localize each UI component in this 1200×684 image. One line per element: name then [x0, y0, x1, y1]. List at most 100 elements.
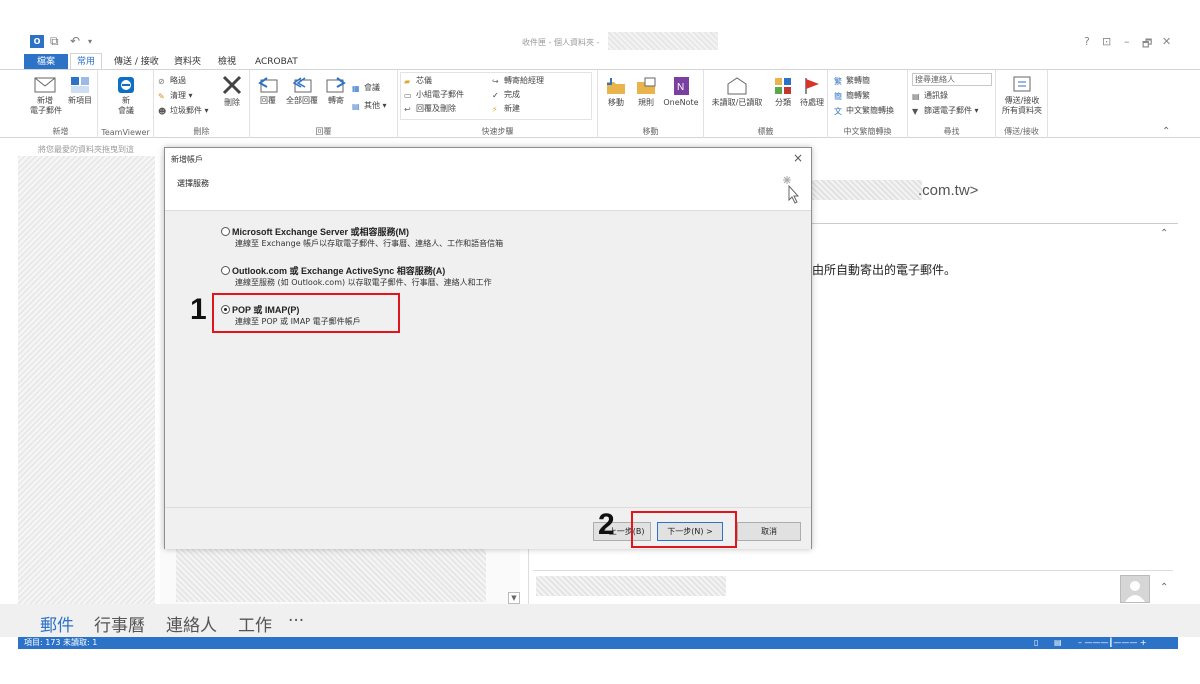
title-bar: O ⧉ ↶ ▾ 收件匣 - 個人資料夾 - ? ⊡ – 🗗 ✕	[0, 30, 1200, 52]
quickstep-2-label: 回覆及刪除	[416, 104, 456, 113]
quickstep-1[interactable]: ▭ 小組電子郵件	[404, 89, 464, 100]
option-outlook-com[interactable]: Outlook.com 或 Exchange ActiveSync 相容服務(A…	[221, 264, 492, 287]
checkmark-icon: ✓	[492, 91, 499, 100]
delete-button[interactable]: 刪除	[218, 74, 246, 108]
search-people-input[interactable]: 搜尋連絡人	[912, 73, 992, 86]
ribbon-tabs: 檔案 常用 傳送 / 接收 資料夾 檢視 ACROBAT	[0, 52, 1200, 70]
junk-label: 垃圾郵件	[170, 106, 202, 115]
nav-more[interactable]: ···	[288, 611, 304, 631]
send-receive-all-button[interactable]: 傳送/接收 所有資料夾	[998, 74, 1046, 116]
group-tags: 未讀取/已讀取 分類 待處理 標籤	[704, 70, 828, 138]
rules-button[interactable]: 規則	[632, 76, 660, 108]
nav-mail[interactable]: 郵件	[40, 611, 74, 636]
tab-file[interactable]: 檔案	[24, 54, 68, 70]
avatar[interactable]	[1120, 575, 1150, 603]
close-window-icon[interactable]: ✕	[1162, 35, 1171, 48]
group-send-receive: 傳送/接收 所有資料夾 傳送/接收	[996, 70, 1048, 138]
redacted-email	[812, 180, 922, 200]
group-respond-label: 回覆	[315, 127, 332, 136]
send-receive-all-label: 傳送/接收 所有資料夾	[1002, 96, 1042, 115]
option-exchange[interactable]: Microsoft Exchange Server 或相容服務(M) 連線至 E…	[221, 225, 503, 248]
filter-email-button[interactable]: ▼ 篩選電子郵件 ▾	[912, 105, 979, 116]
group-move: 移動 規則 N OneNote 移動	[598, 70, 704, 138]
collapse-header-icon[interactable]: ⌃	[1160, 228, 1168, 239]
reply-button[interactable]: 回覆	[256, 76, 280, 106]
onenote-button[interactable]: N OneNote	[660, 76, 702, 108]
ribbon-display-icon[interactable]: ⊡	[1102, 35, 1111, 48]
address-book-button[interactable]: ▤ 通訊錄	[912, 90, 948, 101]
move-button[interactable]: 移動	[602, 76, 630, 108]
tab-acrobat[interactable]: ACROBAT	[255, 54, 298, 70]
reading-view-icon[interactable]: ▤	[1054, 637, 1062, 649]
tab-home[interactable]: 常用	[70, 53, 102, 70]
status-text: 項目: 173 未讀取: 1	[24, 638, 98, 647]
reply-all-button[interactable]: 全部回覆	[284, 76, 320, 106]
tab-send-receive[interactable]: 傳送 / 接收	[114, 54, 159, 70]
filter-email-label: 篩選電子郵件	[924, 106, 972, 115]
expand-people-icon[interactable]: ⌃	[1160, 582, 1168, 593]
meeting-icon: ▦	[352, 84, 360, 93]
quickstep-3[interactable]: ↪ 轉寄給經理	[492, 75, 544, 86]
nav-calendar[interactable]: 行事曆	[94, 611, 145, 636]
categorize-label: 分類	[775, 98, 791, 107]
sparkle-cursor-icon	[783, 176, 800, 204]
people-pane-divider	[533, 570, 1173, 571]
forward-button[interactable]: 轉寄	[324, 76, 348, 106]
quickstep-1-label: 小組電子郵件	[416, 90, 464, 99]
cleanup-button[interactable]: ✎ 清理 ▾	[158, 90, 193, 101]
group-new: 新增 電子郵件 新項目 新增	[24, 70, 98, 138]
reply-icon	[258, 77, 278, 93]
followup-button[interactable]: 待處理	[798, 76, 826, 108]
to-simp-label: 簡轉繁	[846, 91, 870, 100]
cleanup-icon: ✎	[158, 92, 165, 101]
new-email-label: 新增 電子郵件	[30, 96, 62, 115]
send-receive-icon[interactable]: ⧉	[50, 34, 59, 49]
nav-tasks[interactable]: 工作	[238, 611, 272, 636]
convert-button[interactable]: 文中文繁簡轉換	[834, 105, 894, 116]
new-items-button[interactable]: 新項目	[64, 76, 96, 106]
scroll-down-icon[interactable]: ▼	[508, 592, 520, 604]
step-2-marker: 2	[598, 508, 615, 541]
quickstep-4[interactable]: ✓ 完成	[492, 89, 520, 100]
ignore-button[interactable]: ⊘ 略過	[158, 75, 186, 86]
cancel-button[interactable]: 取消	[737, 522, 801, 541]
nav-people[interactable]: 連絡人	[166, 611, 217, 636]
to-trad-button[interactable]: 繁繁轉簡	[834, 75, 870, 86]
option-exchange-label: Microsoft Exchange Server 或相容服務(M)	[232, 227, 410, 237]
quickstep-5[interactable]: ⚡ 新建	[492, 103, 520, 114]
new-email-button[interactable]: 新增 電子郵件	[30, 76, 62, 116]
undo-icon[interactable]: ↶	[70, 34, 80, 48]
zoom-slider[interactable]: – ———┃——— +	[1078, 637, 1147, 649]
convert-label: 中文繁簡轉換	[846, 106, 894, 115]
group-new-label: 新增	[52, 127, 69, 136]
meeting-reply-button[interactable]: ▦ 會議	[352, 82, 380, 93]
lightning-icon: ⚡	[492, 105, 498, 114]
folder-icon: ▰	[404, 77, 411, 86]
categorize-button[interactable]: 分類	[770, 76, 796, 108]
group-delete: ⊘ 略過 ✎ 清理 ▾ ☻ 垃圾郵件 ▾ 刪除 刪除	[154, 70, 250, 138]
customize-quick-access-icon[interactable]: ▾	[88, 37, 92, 46]
to-simp-button[interactable]: 簡簡轉繁	[834, 90, 870, 101]
new-items-label: 新項目	[68, 96, 92, 105]
to-manager-icon: ↪	[492, 77, 499, 86]
quickstep-0[interactable]: ▰ 芯儀	[404, 75, 432, 86]
normal-view-icon[interactable]: ▯	[1034, 637, 1038, 649]
help-icon[interactable]: ?	[1084, 35, 1090, 48]
dialog-close-button[interactable]: ×	[793, 151, 803, 165]
unread-read-button[interactable]: 未讀取/已讀取	[706, 76, 768, 108]
junk-button[interactable]: ☻ 垃圾郵件 ▾	[158, 105, 209, 116]
group-find-label: 尋找	[943, 127, 960, 136]
radio-outlook-com[interactable]	[221, 266, 230, 275]
tab-folder[interactable]: 資料夾	[174, 54, 201, 70]
teamviewer-meeting-button[interactable]: 新 會議	[110, 76, 142, 116]
more-reply-button[interactable]: ▤ 其他 ▾	[352, 100, 387, 111]
quickstep-2[interactable]: ↩ 回覆及刪除	[404, 103, 456, 114]
radio-exchange[interactable]	[221, 227, 230, 236]
delete-x-icon	[222, 75, 242, 95]
simp-icon: 簡	[834, 92, 842, 101]
collapse-ribbon-icon[interactable]: ⌃	[1162, 126, 1170, 137]
folder-pane[interactable]	[18, 156, 155, 604]
group-teamviewer: 新 會議 TeamViewer	[98, 70, 154, 138]
minimize-icon[interactable]: –	[1124, 35, 1130, 48]
tab-view[interactable]: 檢視	[218, 54, 236, 70]
